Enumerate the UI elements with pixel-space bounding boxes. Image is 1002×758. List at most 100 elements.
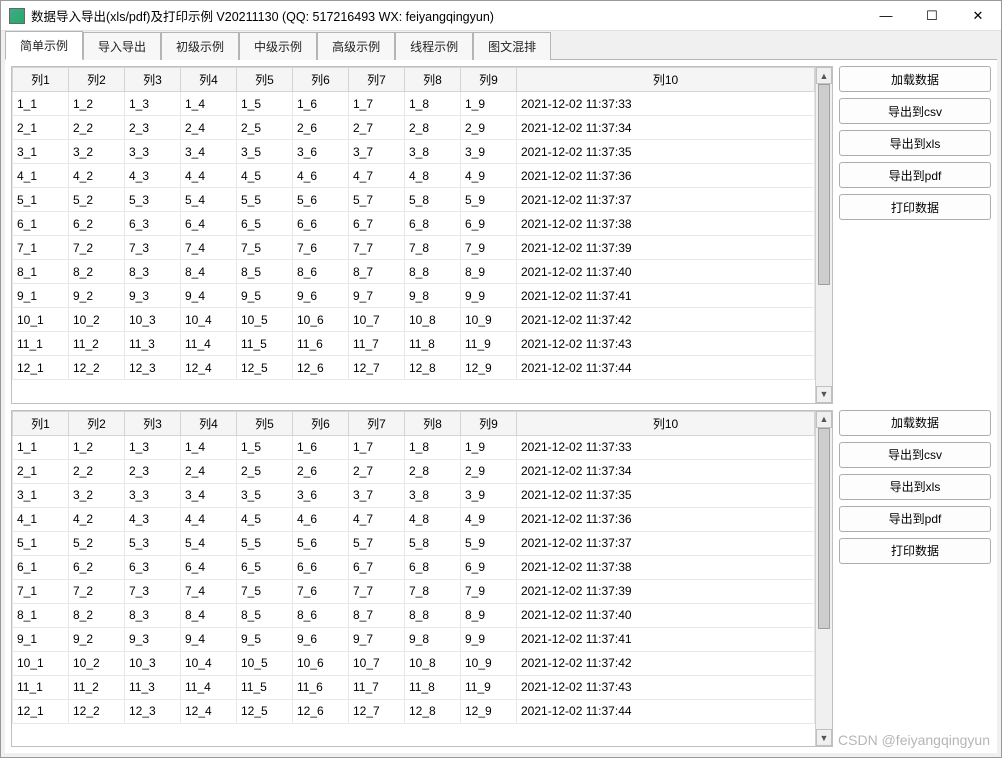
bottom-scrollbar[interactable]: ▲ ▼ <box>815 411 832 747</box>
table-cell: 1_6 <box>293 92 349 116</box>
table-cell: 11_4 <box>181 332 237 356</box>
column-header[interactable]: 列9 <box>461 68 517 92</box>
table-cell: 9_6 <box>293 284 349 308</box>
table-row[interactable]: 9_19_29_39_49_59_69_79_89_92021-12-02 11… <box>13 627 815 651</box>
table-row[interactable]: 8_18_28_38_48_58_68_78_88_92021-12-02 11… <box>13 260 815 284</box>
column-header[interactable]: 列1 <box>13 411 69 435</box>
table-cell: 2021-12-02 11:37:33 <box>517 435 815 459</box>
table-row[interactable]: 7_17_27_37_47_57_67_77_87_92021-12-02 11… <box>13 236 815 260</box>
table-row[interactable]: 2_12_22_32_42_52_62_72_82_92021-12-02 11… <box>13 459 815 483</box>
tab-5[interactable]: 线程示例 <box>395 32 473 60</box>
print-data-button[interactable]: 打印数据 <box>839 538 991 564</box>
load-data-button[interactable]: 加载数据 <box>839 410 991 436</box>
table-cell: 10_1 <box>13 308 69 332</box>
top-table[interactable]: 列1列2列3列4列5列6列7列8列9列10 1_11_21_31_41_51_6… <box>12 67 815 380</box>
export-xls-button[interactable]: 导出到xls <box>839 130 991 156</box>
table-cell: 12_3 <box>125 699 181 723</box>
table-row[interactable]: 10_110_210_310_410_510_610_710_810_92021… <box>13 651 815 675</box>
export-xls-button[interactable]: 导出到xls <box>839 474 991 500</box>
table-cell: 11_8 <box>405 332 461 356</box>
table-row[interactable]: 12_112_212_312_412_512_612_712_812_92021… <box>13 356 815 380</box>
table-row[interactable]: 3_13_23_33_43_53_63_73_83_92021-12-02 11… <box>13 140 815 164</box>
column-header[interactable]: 列5 <box>237 68 293 92</box>
tab-6[interactable]: 图文混排 <box>473 32 551 60</box>
table-row[interactable]: 1_11_21_31_41_51_61_71_81_92021-12-02 11… <box>13 435 815 459</box>
tab-4[interactable]: 高级示例 <box>317 32 395 60</box>
table-row[interactable]: 5_15_25_35_45_55_65_75_85_92021-12-02 11… <box>13 531 815 555</box>
column-header[interactable]: 列1 <box>13 68 69 92</box>
column-header[interactable]: 列8 <box>405 411 461 435</box>
scroll-thumb[interactable] <box>818 84 830 285</box>
table-cell: 8_6 <box>293 603 349 627</box>
minimize-button[interactable]: — <box>863 1 909 30</box>
table-cell: 2_1 <box>13 459 69 483</box>
scroll-down-icon[interactable]: ▼ <box>816 386 832 403</box>
table-row[interactable]: 9_19_29_39_49_59_69_79_89_92021-12-02 11… <box>13 284 815 308</box>
table-row[interactable]: 6_16_26_36_46_56_66_76_86_92021-12-02 11… <box>13 555 815 579</box>
table-cell: 3_5 <box>237 140 293 164</box>
column-header[interactable]: 列7 <box>349 68 405 92</box>
tab-1[interactable]: 导入导出 <box>83 32 161 60</box>
close-button[interactable]: ✕ <box>955 1 1001 30</box>
table-cell: 9_2 <box>69 627 125 651</box>
column-header[interactable]: 列2 <box>69 411 125 435</box>
column-header[interactable]: 列3 <box>125 411 181 435</box>
column-header[interactable]: 列5 <box>237 411 293 435</box>
table-row[interactable]: 8_18_28_38_48_58_68_78_88_92021-12-02 11… <box>13 603 815 627</box>
column-header[interactable]: 列4 <box>181 411 237 435</box>
table-cell: 2_9 <box>461 459 517 483</box>
table-cell: 2_6 <box>293 459 349 483</box>
scroll-down-icon[interactable]: ▼ <box>816 729 832 746</box>
table-cell: 2_2 <box>69 459 125 483</box>
table-cell: 6_6 <box>293 555 349 579</box>
bottom-table[interactable]: 列1列2列3列4列5列6列7列8列9列10 1_11_21_31_41_51_6… <box>12 411 815 724</box>
column-header[interactable]: 列10 <box>517 68 815 92</box>
table-cell: 5_9 <box>461 531 517 555</box>
tab-3[interactable]: 中级示例 <box>239 32 317 60</box>
load-data-button[interactable]: 加载数据 <box>839 66 991 92</box>
scroll-up-icon[interactable]: ▲ <box>816 67 832 84</box>
maximize-button[interactable]: ☐ <box>909 1 955 30</box>
export-pdf-button[interactable]: 导出到pdf <box>839 506 991 532</box>
table-cell: 11_1 <box>13 332 69 356</box>
export-csv-button[interactable]: 导出到csv <box>839 442 991 468</box>
column-header[interactable]: 列7 <box>349 411 405 435</box>
scroll-thumb[interactable] <box>818 428 830 629</box>
table-cell: 10_6 <box>293 651 349 675</box>
column-header[interactable]: 列9 <box>461 411 517 435</box>
export-csv-button[interactable]: 导出到csv <box>839 98 991 124</box>
column-header[interactable]: 列10 <box>517 411 815 435</box>
table-row[interactable]: 11_111_211_311_411_511_611_711_811_92021… <box>13 332 815 356</box>
table-row[interactable]: 7_17_27_37_47_57_67_77_87_92021-12-02 11… <box>13 579 815 603</box>
tab-2[interactable]: 初级示例 <box>161 32 239 60</box>
table-cell: 4_2 <box>69 164 125 188</box>
table-row[interactable]: 6_16_26_36_46_56_66_76_86_92021-12-02 11… <box>13 212 815 236</box>
table-row[interactable]: 4_14_24_34_44_54_64_74_84_92021-12-02 11… <box>13 164 815 188</box>
table-row[interactable]: 2_12_22_32_42_52_62_72_82_92021-12-02 11… <box>13 116 815 140</box>
column-header[interactable]: 列6 <box>293 68 349 92</box>
column-header[interactable]: 列8 <box>405 68 461 92</box>
column-header[interactable]: 列2 <box>69 68 125 92</box>
top-scrollbar[interactable]: ▲ ▼ <box>815 67 832 403</box>
scroll-up-icon[interactable]: ▲ <box>816 411 832 428</box>
top-sidebar: 加载数据 导出到csv 导出到xls 导出到pdf 打印数据 <box>839 66 991 404</box>
table-row[interactable]: 1_11_21_31_41_51_61_71_81_92021-12-02 11… <box>13 92 815 116</box>
table-row[interactable]: 12_112_212_312_412_512_612_712_812_92021… <box>13 699 815 723</box>
table-row[interactable]: 3_13_23_33_43_53_63_73_83_92021-12-02 11… <box>13 483 815 507</box>
column-header[interactable]: 列3 <box>125 68 181 92</box>
export-pdf-button[interactable]: 导出到pdf <box>839 162 991 188</box>
table-row[interactable]: 4_14_24_34_44_54_64_74_84_92021-12-02 11… <box>13 507 815 531</box>
table-cell: 1_6 <box>293 435 349 459</box>
table-cell: 4_2 <box>69 507 125 531</box>
table-row[interactable]: 11_111_211_311_411_511_611_711_811_92021… <box>13 675 815 699</box>
table-row[interactable]: 10_110_210_310_410_510_610_710_810_92021… <box>13 308 815 332</box>
column-header[interactable]: 列6 <box>293 411 349 435</box>
table-cell: 3_7 <box>349 140 405 164</box>
tab-0[interactable]: 简单示例 <box>5 31 83 60</box>
print-data-button[interactable]: 打印数据 <box>839 194 991 220</box>
table-cell: 5_1 <box>13 188 69 212</box>
table-row[interactable]: 5_15_25_35_45_55_65_75_85_92021-12-02 11… <box>13 188 815 212</box>
column-header[interactable]: 列4 <box>181 68 237 92</box>
app-icon <box>9 8 25 24</box>
table-cell: 8_1 <box>13 260 69 284</box>
